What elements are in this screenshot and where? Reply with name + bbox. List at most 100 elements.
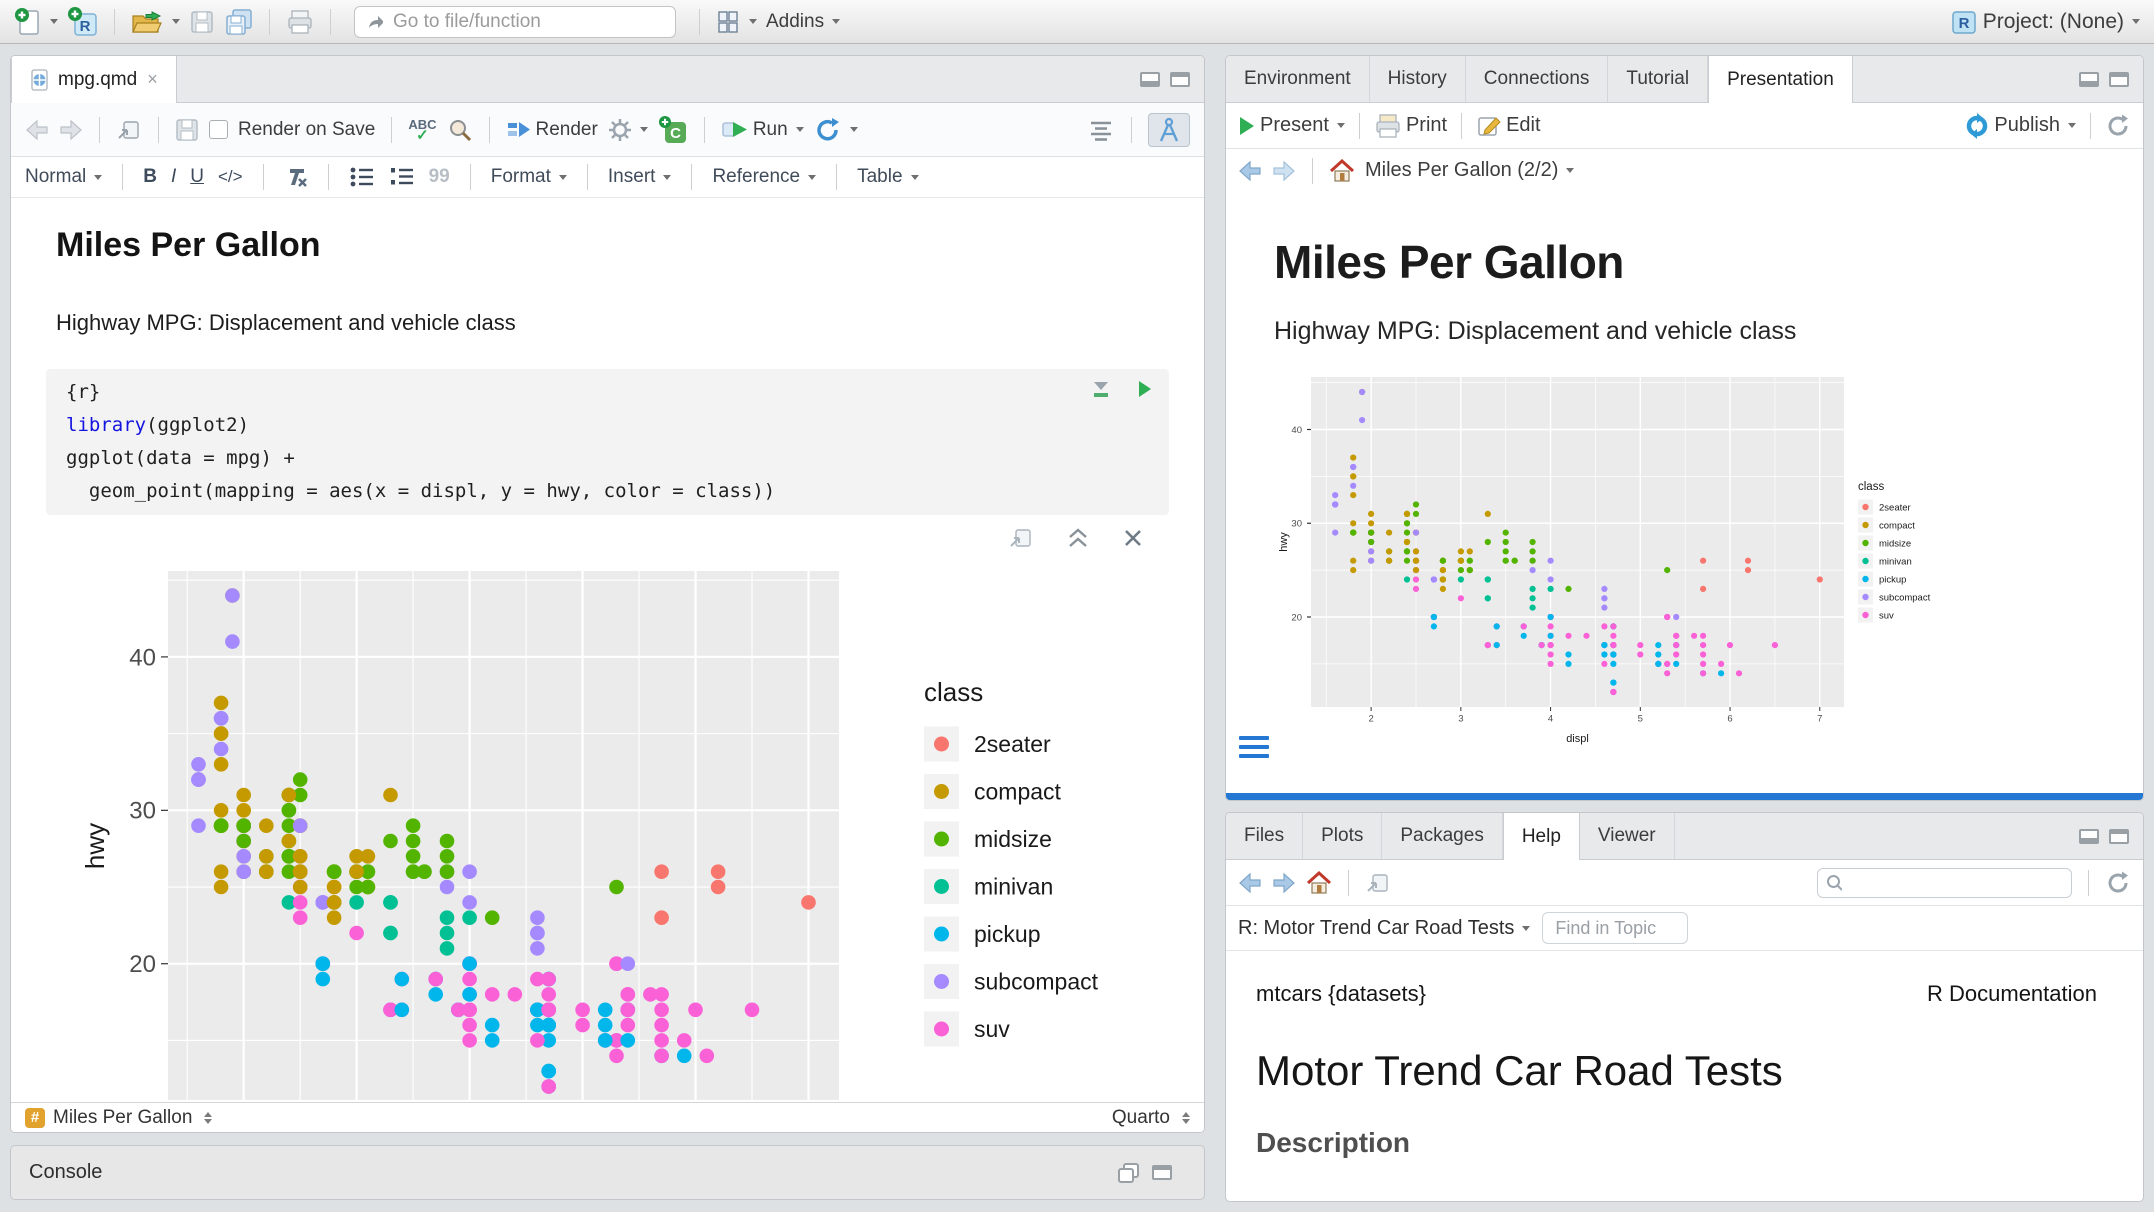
tab-help[interactable]: Help [1503, 813, 1580, 860]
insert-menu[interactable]: Insert [608, 166, 672, 188]
run-chunk-icon[interactable] [1137, 379, 1153, 399]
data-point [1359, 417, 1365, 423]
tab-plots[interactable]: Plots [1303, 813, 1382, 859]
doc-mode-selector[interactable]: Quarto [1112, 1107, 1170, 1129]
back-icon[interactable] [25, 119, 49, 141]
forward-icon[interactable] [1272, 872, 1296, 894]
search-icon[interactable] [447, 117, 473, 143]
reference-menu[interactable]: Reference [712, 166, 816, 188]
chunk-code[interactable]: {r}library(ggplot2)ggplot(data = mpg) + … [66, 376, 1155, 508]
tab-environment[interactable]: Environment [1226, 56, 1370, 102]
slide-preview[interactable]: Miles Per Gallon Highway MPG: Displaceme… [1226, 191, 2143, 793]
paragraph-style-select[interactable]: Normal [25, 166, 102, 188]
open-file-button[interactable] [130, 8, 180, 36]
format-menu[interactable]: Format [491, 166, 567, 188]
code-line[interactable]: {r} [66, 376, 1155, 409]
tab-tutorial[interactable]: Tutorial [1608, 56, 1708, 102]
project-selector[interactable]: R Project: (None) [1949, 7, 2140, 37]
minimize-icon[interactable] [1140, 72, 1160, 87]
tab-packages[interactable]: Packages [1382, 813, 1502, 859]
render-on-save-checkbox[interactable] [209, 120, 228, 139]
run-button[interactable]: Run [721, 118, 804, 142]
find-in-topic-input[interactable] [1542, 912, 1688, 944]
help-search[interactable] [1817, 868, 2072, 898]
code-chunk[interactable]: {r}library(ggplot2)ggplot(data = mpg) + … [46, 369, 1169, 515]
maximize-icon[interactable] [1152, 1165, 1172, 1180]
code-line[interactable]: ggplot(data = mpg) + [66, 442, 1155, 475]
outline-updown-icon[interactable] [204, 1112, 212, 1124]
back-icon[interactable] [1238, 160, 1262, 182]
visual-editor-toggle[interactable] [1148, 113, 1190, 147]
maximize-icon[interactable] [2109, 72, 2129, 87]
italic-button[interactable]: I [171, 166, 176, 188]
save-icon[interactable] [175, 118, 199, 142]
data-point [349, 864, 364, 879]
home-icon[interactable] [1306, 871, 1332, 895]
refresh-icon[interactable] [2105, 113, 2131, 139]
rerun-button[interactable] [814, 117, 858, 143]
run-chunks-above-icon[interactable] [1091, 379, 1111, 399]
topic-selector[interactable]: R: Motor Trend Car Road Tests [1238, 917, 1530, 940]
data-point [282, 803, 297, 818]
popout-icon[interactable] [1365, 871, 1391, 895]
render-button[interactable]: Render [506, 119, 598, 141]
popout-icon[interactable] [1008, 526, 1034, 550]
tab-presentation[interactable]: Presentation [1708, 56, 1853, 103]
tab-viewer[interactable]: Viewer [1580, 813, 1675, 859]
maximize-icon[interactable] [1170, 72, 1190, 87]
save-button[interactable] [189, 9, 215, 35]
outline-selector[interactable]: Miles Per Gallon [53, 1107, 192, 1129]
underline-button[interactable]: U [190, 166, 204, 188]
help-search-input[interactable] [1848, 872, 2063, 894]
close-output-icon[interactable] [1122, 527, 1144, 549]
slide-breadcrumb[interactable]: Miles Per Gallon (2/2) [1365, 159, 1574, 182]
goto-file-search[interactable] [354, 6, 676, 38]
minimize-icon[interactable] [2079, 72, 2099, 87]
table-menu[interactable]: Table [857, 166, 918, 188]
spellcheck-button[interactable]: ABC ✓ [408, 119, 436, 141]
code-line[interactable]: library(ggplot2) [66, 409, 1155, 442]
numbered-list-icon[interactable] [389, 166, 415, 188]
addins-button[interactable]: Addins [766, 11, 840, 33]
new-project-button[interactable]: R [67, 6, 99, 38]
maximize-icon[interactable] [2109, 829, 2129, 844]
popout-icon[interactable] [116, 118, 142, 142]
insert-chunk-button[interactable]: C [658, 115, 688, 145]
back-icon[interactable] [1238, 872, 1262, 894]
clear-formatting-icon[interactable] [284, 165, 308, 189]
restore-icon[interactable] [1116, 1162, 1142, 1184]
minimize-icon[interactable] [2079, 829, 2099, 844]
tab-connections[interactable]: Connections [1466, 56, 1609, 102]
workspace-panes-button[interactable] [715, 9, 757, 35]
print-button[interactable] [285, 8, 315, 36]
forward-icon[interactable] [59, 119, 83, 141]
publish-button[interactable]: Publish [1964, 113, 2076, 139]
refresh-icon[interactable] [2105, 870, 2131, 896]
edit-button[interactable]: Edit [1476, 114, 1540, 138]
goto-file-input[interactable] [391, 10, 665, 34]
forward-icon[interactable] [1272, 160, 1296, 182]
data-point [1530, 586, 1536, 592]
tab-mpg-qmd[interactable]: mpg.qmd × [11, 56, 177, 103]
collapse-output-icon[interactable] [1066, 527, 1090, 549]
doc-title: Miles Per Gallon [56, 224, 1204, 266]
tab-history[interactable]: History [1370, 56, 1466, 102]
home-icon[interactable] [1329, 159, 1355, 183]
code-button[interactable]: </> [218, 167, 243, 187]
code-line[interactable]: geom_point(mapping = aes(x = displ, y = … [66, 475, 1155, 508]
render-options-button[interactable] [608, 118, 648, 142]
outline-icon[interactable] [1087, 119, 1115, 141]
slide-menu-icon[interactable] [1239, 736, 1269, 758]
save-all-button[interactable] [224, 8, 254, 36]
document-canvas[interactable]: Miles Per Gallon Highway MPG: Displaceme… [11, 198, 1204, 1107]
bullet-list-icon[interactable] [349, 166, 375, 188]
close-icon[interactable]: × [147, 69, 158, 90]
bold-button[interactable]: B [143, 166, 157, 188]
blockquote-button[interactable]: 99 [429, 166, 450, 188]
print-button[interactable]: Print [1374, 113, 1447, 139]
publish-icon [1964, 113, 1990, 139]
present-button[interactable]: Present [1238, 114, 1345, 137]
new-file-button[interactable] [14, 7, 58, 37]
mode-updown-icon[interactable] [1182, 1112, 1190, 1124]
tab-files[interactable]: Files [1226, 813, 1303, 859]
